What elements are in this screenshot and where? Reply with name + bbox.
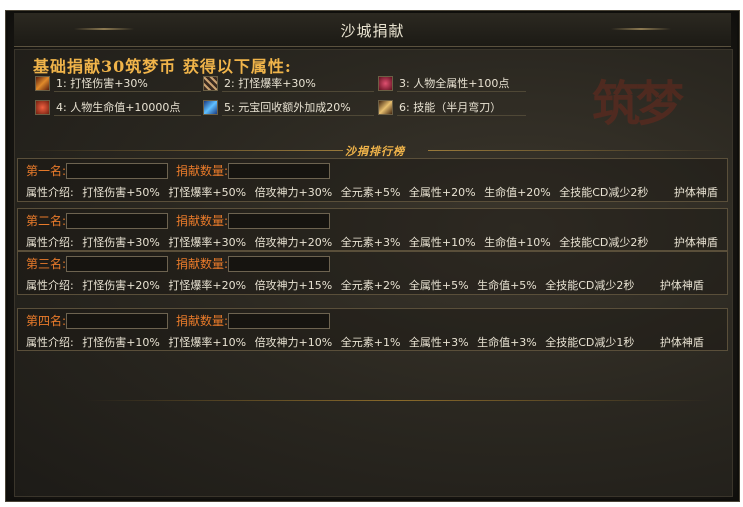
attribute-1: 1: 打怪伤害+30% bbox=[35, 74, 201, 92]
rank-label: 第四名: bbox=[26, 314, 67, 328]
perk: 倍攻神力+20% bbox=[254, 236, 333, 249]
perk: 打怪爆率+50% bbox=[168, 186, 247, 199]
perk: 全技能CD减少2秒 bbox=[559, 186, 649, 199]
donation-content: 基础捐献30筑梦币 获得以下属性: 筑梦 1: 打怪伤害+30% 2: 打怪爆率… bbox=[14, 49, 733, 497]
perk: 护体神盾 bbox=[659, 279, 704, 292]
blade-skill-icon bbox=[378, 99, 393, 115]
title-ornament-right bbox=[611, 28, 671, 30]
ranking-header-line-right bbox=[428, 150, 728, 151]
donation-window: 沙城捐献 基础捐献30筑梦币 获得以下属性: 筑梦 1: 打怪伤害+30% 2:… bbox=[5, 10, 740, 502]
attribute-6: 6: 技能（半月弯刀） bbox=[378, 98, 526, 116]
ranking-header: 沙捐排行榜 bbox=[15, 143, 732, 158]
rank-label: 第二名: bbox=[26, 214, 67, 228]
perk: 生命值+5% bbox=[477, 279, 537, 292]
rank-description: 属性介绍: 打怪伤害+50% 打怪爆率+50% 倍攻神力+30% 全元素+5% … bbox=[26, 184, 723, 200]
perk: 倍攻神力+15% bbox=[254, 279, 333, 292]
sword-icon bbox=[35, 75, 50, 91]
rank-row: 第一名: 捐献数量: bbox=[26, 162, 331, 179]
window-title: 沙城捐献 bbox=[340, 22, 405, 40]
rank-description: 属性介绍: 打怪伤害+30% 打怪爆率+30% 倍攻神力+20% 全元素+3% … bbox=[26, 234, 723, 250]
perk: 打怪爆率+20% bbox=[168, 279, 247, 292]
perk: 全技能CD减少2秒 bbox=[545, 279, 635, 292]
perk: 打怪伤害+10% bbox=[82, 336, 160, 349]
rank-amount-field[interactable] bbox=[228, 212, 331, 229]
perk: 全元素+5% bbox=[340, 186, 401, 199]
rank-row: 第二名: 捐献数量: bbox=[26, 212, 331, 229]
ranking-title: 沙捐排行榜 bbox=[345, 145, 405, 158]
attribute-2: 2: 打怪爆率+30% bbox=[203, 74, 374, 92]
rank-name-field[interactable] bbox=[66, 212, 169, 229]
attribute-4: 4: 人物生命值+10000点 bbox=[35, 98, 201, 116]
amount-label: 捐献数量: bbox=[176, 257, 229, 271]
rank-amount-field[interactable] bbox=[228, 162, 331, 179]
perk: 倍攻神力+10% bbox=[254, 336, 333, 349]
rank-description: 属性介绍: 打怪伤害+10% 打怪爆率+10% 倍攻神力+10% 全元素+1% … bbox=[26, 334, 709, 350]
perk: 生命值+10% bbox=[484, 236, 551, 249]
attribute-3: 3: 人物全属性+100点 bbox=[378, 74, 526, 92]
attribute-label: 5: 元宝回收额外加成20% bbox=[222, 99, 374, 116]
perk: 全元素+1% bbox=[340, 336, 401, 349]
fire-orb-icon bbox=[35, 99, 50, 115]
amount-label: 捐献数量: bbox=[176, 314, 229, 328]
attribute-label: 4: 人物生命值+10000点 bbox=[54, 99, 201, 116]
rank-description: 属性介绍: 打怪伤害+20% 打怪爆率+20% 倍攻神力+15% 全元素+2% … bbox=[26, 277, 709, 293]
perk: 倍攻神力+30% bbox=[254, 186, 333, 199]
perk: 全技能CD减少1秒 bbox=[545, 336, 635, 349]
perk: 全属性+20% bbox=[408, 186, 476, 199]
heart-gem-icon bbox=[378, 75, 393, 91]
rank-label: 第三名: bbox=[26, 257, 67, 271]
ingot-blue-icon bbox=[203, 99, 218, 115]
perk: 护体神盾 bbox=[673, 236, 718, 249]
rank-name-field[interactable] bbox=[66, 312, 169, 329]
rank-entry-3: 第三名: 捐献数量: 属性介绍: 打怪伤害+20% 打怪爆率+20% 倍攻神力+… bbox=[17, 251, 728, 295]
perk: 打怪爆率+30% bbox=[168, 236, 247, 249]
ranking-header-line-left bbox=[19, 150, 343, 151]
perk: 打怪伤害+20% bbox=[82, 279, 160, 292]
perk: 护体神盾 bbox=[673, 186, 718, 199]
crossed-swords-icon bbox=[203, 75, 218, 91]
desc-prefix: 属性介绍: bbox=[26, 236, 74, 249]
perk: 全元素+3% bbox=[340, 236, 401, 249]
amount-label: 捐献数量: bbox=[176, 214, 229, 228]
rank-amount-field[interactable] bbox=[228, 312, 331, 329]
rank-label: 第一名: bbox=[26, 164, 67, 178]
bottom-divider bbox=[85, 400, 712, 401]
rank-row: 第三名: 捐献数量: bbox=[26, 255, 331, 272]
perk: 生命值+20% bbox=[484, 186, 551, 199]
desc-prefix: 属性介绍: bbox=[26, 336, 74, 349]
desc-prefix: 属性介绍: bbox=[26, 186, 74, 199]
rank-amount-field[interactable] bbox=[228, 255, 331, 272]
rank-entry-4: 第四名: 捐献数量: 属性介绍: 打怪伤害+10% 打怪爆率+10% 倍攻神力+… bbox=[17, 308, 728, 351]
rank-entry-2: 第二名: 捐献数量: 属性介绍: 打怪伤害+30% 打怪爆率+30% 倍攻神力+… bbox=[17, 208, 728, 251]
perk: 全元素+2% bbox=[340, 279, 401, 292]
perk: 打怪伤害+30% bbox=[82, 236, 160, 249]
perk: 全属性+10% bbox=[408, 236, 476, 249]
attribute-label: 2: 打怪爆率+30% bbox=[222, 75, 374, 92]
perk: 生命值+3% bbox=[477, 336, 537, 349]
rank-name-field[interactable] bbox=[66, 255, 169, 272]
perk: 全属性+5% bbox=[408, 279, 469, 292]
perk: 护体神盾 bbox=[659, 336, 704, 349]
attribute-label: 3: 人物全属性+100点 bbox=[397, 75, 526, 92]
desc-prefix: 属性介绍: bbox=[26, 279, 74, 292]
amount-label: 捐献数量: bbox=[176, 164, 229, 178]
attribute-label: 1: 打怪伤害+30% bbox=[54, 75, 201, 92]
game-logo: 筑梦 bbox=[592, 76, 684, 132]
perk: 打怪爆率+10% bbox=[168, 336, 247, 349]
perk: 全属性+3% bbox=[408, 336, 469, 349]
perk: 打怪伤害+50% bbox=[82, 186, 160, 199]
rank-row: 第四名: 捐献数量: bbox=[26, 312, 331, 329]
rank-entry-1: 第一名: 捐献数量: 属性介绍: 打怪伤害+50% 打怪爆率+50% 倍攻神力+… bbox=[17, 158, 728, 202]
attribute-5: 5: 元宝回收额外加成20% bbox=[203, 98, 374, 116]
title-bar: 沙城捐献 bbox=[14, 13, 731, 47]
attribute-label: 6: 技能（半月弯刀） bbox=[397, 99, 526, 116]
rank-name-field[interactable] bbox=[66, 162, 169, 179]
perk: 全技能CD减少2秒 bbox=[559, 236, 649, 249]
